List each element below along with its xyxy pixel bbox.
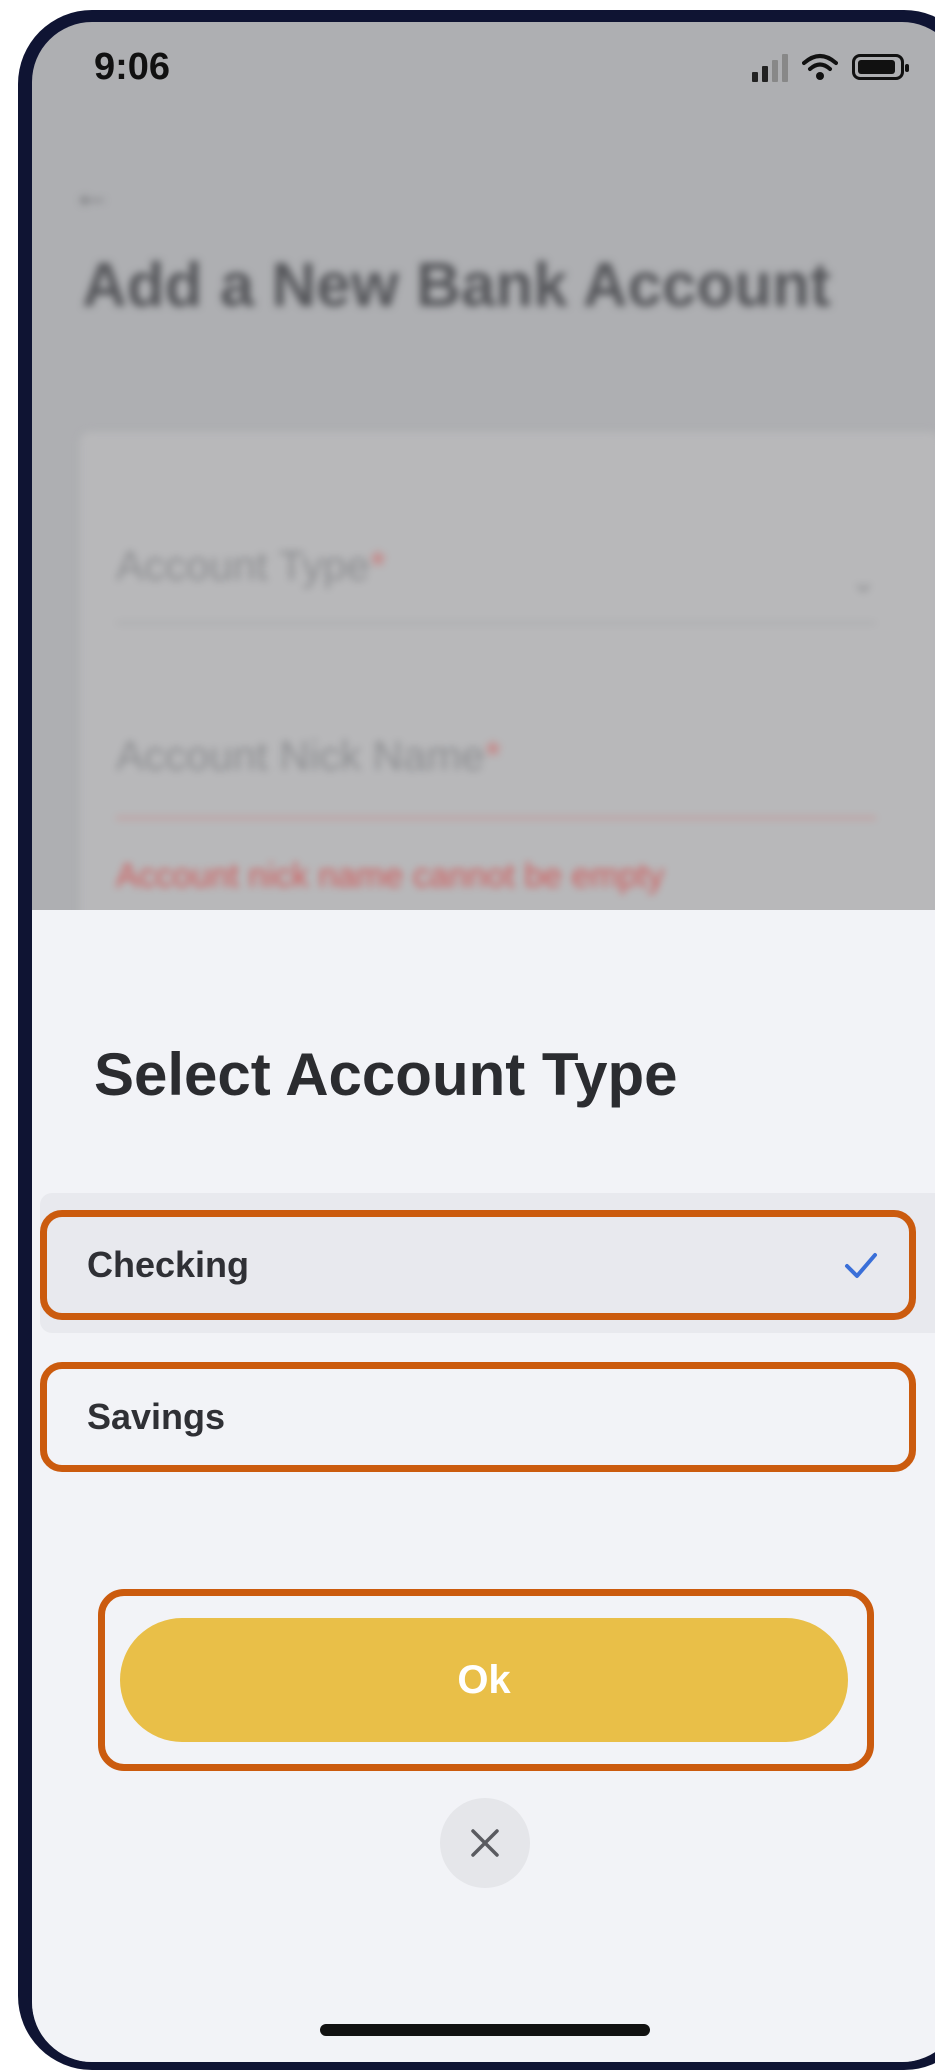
divider (116, 817, 876, 819)
account-type-sheet: Select Account Type Checking Savings Ok (32, 910, 935, 2062)
home-indicator (320, 2024, 650, 2036)
back-arrow-icon: ← (72, 172, 112, 216)
battery-icon (852, 54, 909, 80)
screen: ← Add a New Bank Account Account Type* ⌄… (32, 22, 935, 2062)
wifi-icon (802, 54, 838, 80)
status-time: 9:06 (94, 46, 171, 88)
close-icon (471, 1829, 499, 1857)
page-title: Add a New Bank Account (82, 251, 831, 320)
account-type-field: Account Type* (116, 542, 387, 589)
option-label: Savings (87, 1396, 226, 1437)
account-nickname-field: Account Nick Name* (116, 732, 502, 779)
option-savings[interactable]: Savings (40, 1362, 916, 1472)
divider (116, 622, 876, 624)
close-button[interactable] (440, 1798, 530, 1888)
option-checking[interactable]: Checking (40, 1210, 916, 1320)
background-page: ← Add a New Bank Account Account Type* ⌄… (32, 22, 935, 952)
form-card: Account Type* ⌄ Account Nick Name* Accou… (80, 432, 935, 952)
signal-icon (752, 52, 788, 82)
sheet-title: Select Account Type (94, 1041, 678, 1108)
chevron-down-icon: ⌄ (850, 563, 877, 599)
status-icons (752, 52, 909, 82)
error-message: Account nick name cannot be empty (116, 857, 665, 895)
checkmark-icon (845, 1253, 877, 1278)
option-label: Checking (87, 1244, 250, 1285)
ok-button[interactable]: Ok (120, 1618, 848, 1742)
